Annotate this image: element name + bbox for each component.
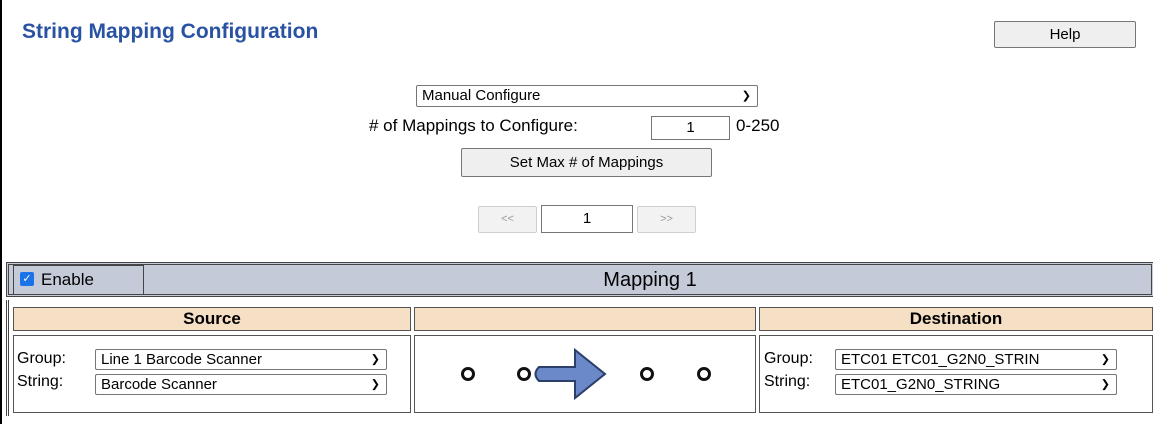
dot-icon xyxy=(461,367,475,381)
page-title: String Mapping Configuration xyxy=(22,20,319,43)
mapping-title: Mapping 1 xyxy=(603,269,697,291)
dot-icon xyxy=(697,367,711,381)
mappings-range-label: 0-250 xyxy=(736,116,780,135)
chevron-down-icon: ❯ xyxy=(370,353,380,365)
source-string-label: String: xyxy=(17,373,64,390)
checkbox-checked-icon[interactable]: ✓ xyxy=(20,271,34,286)
dot-icon xyxy=(517,367,531,381)
chevron-down-icon: ❯ xyxy=(1100,378,1110,390)
help-button[interactable]: Help xyxy=(994,21,1136,48)
destination-group-label: Group: xyxy=(764,350,813,367)
mapping-direction-panel xyxy=(414,335,756,413)
chevron-down-icon: ❯ xyxy=(741,90,751,102)
page-left-border xyxy=(0,0,2,424)
arrow-shape xyxy=(534,347,607,401)
middle-heading xyxy=(414,307,756,331)
dot-icon xyxy=(640,367,654,381)
configure-mode-select[interactable]: Manual Configure ❯ xyxy=(416,85,758,107)
chevron-down-icon: ❯ xyxy=(370,378,380,390)
page-number-input[interactable]: 1 xyxy=(541,205,633,233)
destination-group-select[interactable]: ETC01 ETC01_G2N0_STRIN ❯ xyxy=(835,349,1117,370)
destination-panel: Group: ETC01 ETC01_G2N0_STRIN ❯ String: … xyxy=(759,335,1153,413)
arrow-right-icon xyxy=(461,347,711,401)
source-panel: Group: Line 1 Barcode Scanner ❯ String: … xyxy=(13,335,411,413)
destination-string-select[interactable]: ETC01_G2N0_STRING ❯ xyxy=(835,374,1117,395)
source-heading: Source xyxy=(13,307,411,331)
destination-heading: Destination xyxy=(759,307,1153,331)
destination-group-value: ETC01 ETC01_G2N0_STRIN xyxy=(841,351,1040,368)
prev-page-button[interactable]: << xyxy=(478,206,537,233)
mapping-table-left-border xyxy=(6,300,13,416)
mappings-count-label: # of Mappings to Configure: xyxy=(369,116,578,135)
next-page-button[interactable]: >> xyxy=(637,206,696,233)
destination-string-value: ETC01_G2N0_STRING xyxy=(841,376,1001,393)
enable-toggle[interactable]: ✓ Enable xyxy=(13,265,144,295)
destination-string-label: String: xyxy=(764,373,811,390)
enable-label: Enable xyxy=(41,270,94,289)
source-string-value: Barcode Scanner xyxy=(101,376,217,393)
source-group-select[interactable]: Line 1 Barcode Scanner ❯ xyxy=(95,349,387,370)
configure-mode-value: Manual Configure xyxy=(422,87,541,104)
source-group-value: Line 1 Barcode Scanner xyxy=(101,351,262,368)
set-max-mappings-button[interactable]: Set Max # of Mappings xyxy=(461,148,712,177)
chevron-down-icon: ❯ xyxy=(1100,353,1110,365)
source-group-label: Group: xyxy=(17,350,66,367)
mappings-count-input[interactable]: 1 xyxy=(651,116,730,140)
source-string-select[interactable]: Barcode Scanner ❯ xyxy=(95,374,387,395)
